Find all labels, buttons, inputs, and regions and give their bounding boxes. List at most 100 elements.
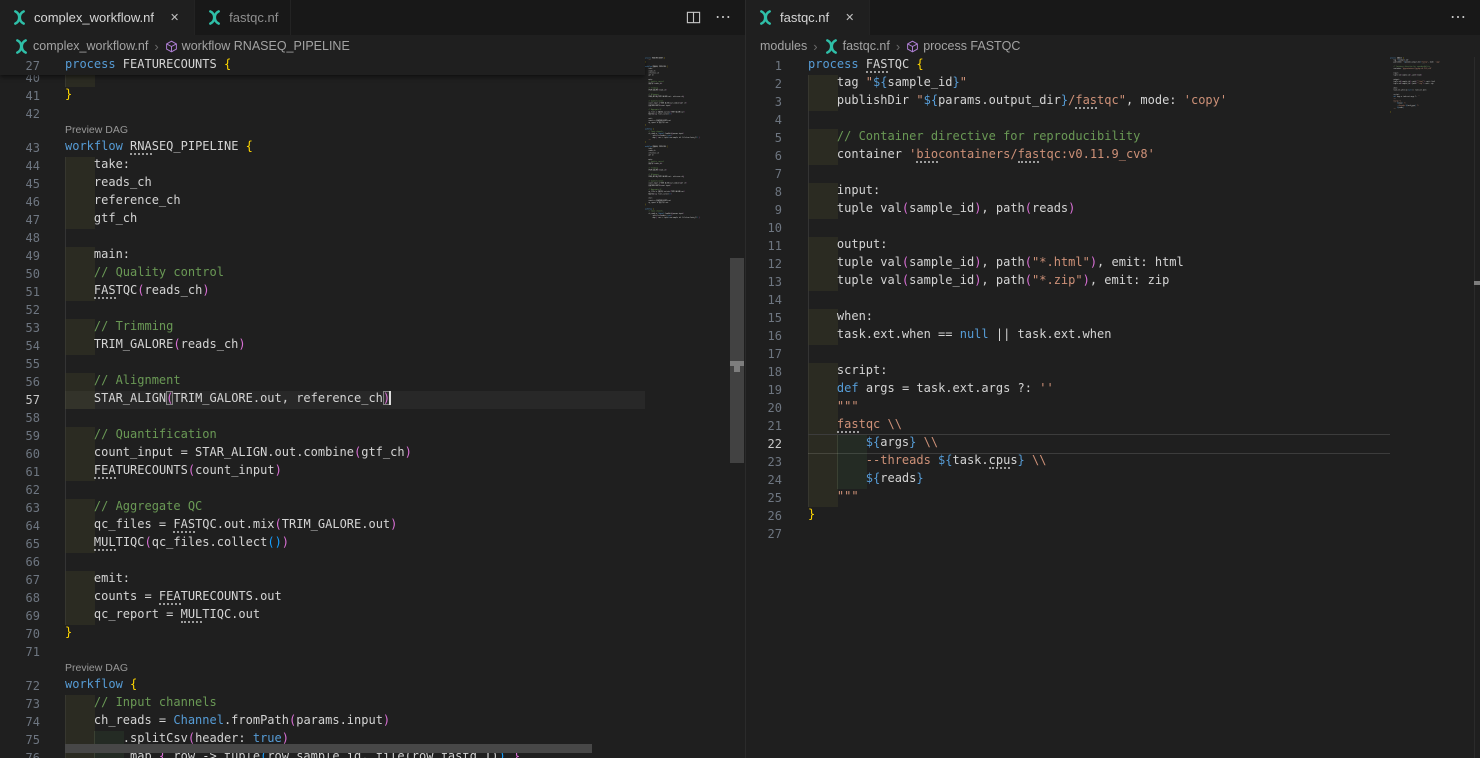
- code-line[interactable]: 21 fastqc \\: [746, 417, 1480, 435]
- code-line[interactable]: 58: [0, 409, 745, 427]
- code-token: """: [648, 59, 651, 61]
- code-line[interactable]: 67 emit:: [0, 571, 745, 589]
- code-editor-left[interactable]: 40 """41}42Preview DAG43workflow RNASEQ_…: [0, 57, 745, 758]
- code-text: take:: [65, 157, 130, 175]
- code-token: }: [645, 204, 646, 206]
- code-line[interactable]: 14: [746, 291, 1480, 309]
- code-line[interactable]: 18 script:: [746, 363, 1480, 381]
- code-line[interactable]: 56 // Alignment: [0, 373, 745, 391]
- code-line[interactable]: 4: [746, 111, 1480, 129]
- code-line[interactable]: 24 ${reads}: [746, 471, 1480, 489]
- breadcrumb-folder[interactable]: modules: [760, 39, 807, 53]
- close-icon[interactable]: ✕: [167, 10, 182, 25]
- code-line[interactable]: 11 output:: [746, 237, 1480, 255]
- code-line[interactable]: 47 gtf_ch: [0, 211, 745, 229]
- tab-complex-workflow[interactable]: complex_workflow.nf ✕: [0, 0, 195, 35]
- code-line[interactable]: 23 --threads ${task.cpus} \\: [746, 453, 1480, 471]
- code-line[interactable]: 9 tuple val(sample_id), path(reads): [746, 201, 1480, 219]
- codelens-preview-dag[interactable]: Preview DAG: [65, 661, 128, 677]
- code-line[interactable]: 71: [0, 643, 745, 661]
- code-line[interactable]: 70}: [0, 625, 745, 643]
- code-line[interactable]: 3 publishDir "${params.output_dir}/fastq…: [746, 93, 1480, 111]
- code-line[interactable]: 53 // Trimming: [0, 319, 745, 337]
- minimap-content: process FASTQC { tag "${sample_id}" publ…: [1390, 57, 1447, 115]
- code-line[interactable]: 73 // Input channels: [0, 695, 745, 713]
- sticky-scroll-line[interactable]: 27process FEATURECOUNTS {: [0, 57, 645, 75]
- code-line[interactable]: 61 FEATURECOUNTS(count_input): [0, 463, 745, 481]
- code-line[interactable]: 27: [746, 525, 1480, 543]
- code-token: tqc: [859, 417, 888, 431]
- code-line[interactable]: 66: [0, 553, 745, 571]
- code-text: tuple val(sample_id), path(reads): [808, 201, 1075, 219]
- breadcrumb-symbol[interactable]: process FASTQC: [906, 39, 1020, 53]
- codelens-preview-dag[interactable]: Preview DAG: [65, 123, 128, 139]
- code-line[interactable]: 1process FASTQC {: [746, 57, 1480, 75]
- code-line[interactable]: 59 // Quantification: [0, 427, 745, 445]
- code-token: (: [188, 463, 195, 477]
- code-line[interactable]: 20 """: [746, 399, 1480, 417]
- horizontal-scrollbar[interactable]: [65, 744, 592, 753]
- code-line[interactable]: 43workflow RNASEQ_PIPELINE {: [0, 139, 745, 157]
- code-text: workflow RNASEQ_PIPELINE {: [65, 139, 253, 157]
- code-line[interactable]: 25 """: [746, 489, 1480, 507]
- code-token: tuple val: [808, 201, 902, 215]
- code-line[interactable]: 15 when:: [746, 309, 1480, 327]
- code-token: {: [246, 139, 253, 153]
- tab-bar-left: complex_workflow.nf ✕ fastqc.nf ⋯: [0, 0, 745, 35]
- code-line[interactable]: 19 def args = task.ext.args ?: '': [746, 381, 1480, 399]
- code-line[interactable]: 62: [0, 481, 745, 499]
- code-line[interactable]: 42: [0, 105, 745, 123]
- code-line[interactable]: 26}: [746, 507, 1480, 525]
- code-line[interactable]: 13 tuple val(sample_id), path("*.zip"), …: [746, 273, 1480, 291]
- code-editor-right[interactable]: 1process FASTQC {2 tag "${sample_id}"3 p…: [746, 57, 1480, 758]
- code-line[interactable]: 2 tag "${sample_id}": [746, 75, 1480, 93]
- code-line[interactable]: 16 task.ext.when == null || task.ext.whe…: [746, 327, 1480, 345]
- code-line[interactable]: 68 counts = FEATURECOUNTS.out: [0, 589, 745, 607]
- breadcrumb-file[interactable]: fastqc.nf: [824, 39, 890, 54]
- tab-fastqc-left[interactable]: fastqc.nf: [195, 0, 291, 35]
- code-line[interactable]: 74 ch_reads = Channel.fromPath(params.in…: [0, 713, 745, 731]
- minimap[interactable]: process FEATURECOUNTS { """}workflow RNA…: [645, 57, 731, 758]
- code-line[interactable]: 57 STAR_ALIGN(TRIM_GALORE.out, reference…: [0, 391, 745, 409]
- code-line[interactable]: 5 // Container directive for reproducibi…: [746, 129, 1480, 147]
- code-line[interactable]: 22 ${args} \\: [746, 435, 1480, 453]
- code-token: qc_report =: [645, 122, 659, 124]
- code-line[interactable]: 48: [0, 229, 745, 247]
- code-line[interactable]: 51 FASTQC(reads_ch): [0, 283, 745, 301]
- code-line[interactable]: 45 reads_ch: [0, 175, 745, 193]
- code-line[interactable]: 41}: [0, 87, 745, 105]
- code-line[interactable]: 46 reference_ch: [0, 193, 745, 211]
- code-line[interactable]: 7: [746, 165, 1480, 183]
- code-line[interactable]: 69 qc_report = MULTIQC.out: [0, 607, 745, 625]
- code-line[interactable]: 6 container 'biocontainers/fastqc:v0.11.…: [746, 147, 1480, 165]
- code-token: process: [65, 57, 116, 71]
- code-line[interactable]: 52: [0, 301, 745, 319]
- code-line[interactable]: 50 // Quality control: [0, 265, 745, 283]
- code-token: ): [390, 517, 397, 531]
- code-line[interactable]: 60 count_input = STAR_ALIGN.out.combine(…: [0, 445, 745, 463]
- code-line[interactable]: 55: [0, 355, 745, 373]
- code-line[interactable]: 64 qc_files = FASTQC.out.mix(TRIM_GALORE…: [0, 517, 745, 535]
- minimap[interactable]: process FASTQC { tag "${sample_id}" publ…: [1390, 57, 1447, 758]
- close-icon[interactable]: ✕: [842, 10, 857, 25]
- split-editor-icon[interactable]: [686, 10, 701, 25]
- minimap-line: [1390, 113, 1447, 115]
- code-line[interactable]: 54 TRIM_GALORE(reads_ch): [0, 337, 745, 355]
- code-line[interactable]: 8 input:: [746, 183, 1480, 201]
- code-line[interactable]: 17: [746, 345, 1480, 363]
- code-token: (: [275, 517, 282, 531]
- code-line[interactable]: 10: [746, 219, 1480, 237]
- code-line[interactable]: 72workflow {: [0, 677, 745, 695]
- breadcrumb-file[interactable]: complex_workflow.nf: [14, 39, 148, 54]
- breadcrumb-symbol[interactable]: workflow RNASEQ_PIPELINE: [165, 39, 350, 53]
- code-line[interactable]: 44 take:: [0, 157, 745, 175]
- code-line[interactable]: 49 main:: [0, 247, 745, 265]
- more-actions-icon[interactable]: ⋯: [1450, 10, 1466, 26]
- code-line[interactable]: 12 tuple val(sample_id), path("*.html"),…: [746, 255, 1480, 273]
- tab-fastqc-right[interactable]: fastqc.nf ✕: [746, 0, 870, 35]
- code-token: count_input: [195, 463, 274, 477]
- code-line[interactable]: 63 // Aggregate QC: [0, 499, 745, 517]
- code-line[interactable]: 65 MULTIQC(qc_files.collect()): [0, 535, 745, 553]
- more-actions-icon[interactable]: ⋯: [715, 10, 731, 26]
- line-number: 6: [746, 147, 782, 165]
